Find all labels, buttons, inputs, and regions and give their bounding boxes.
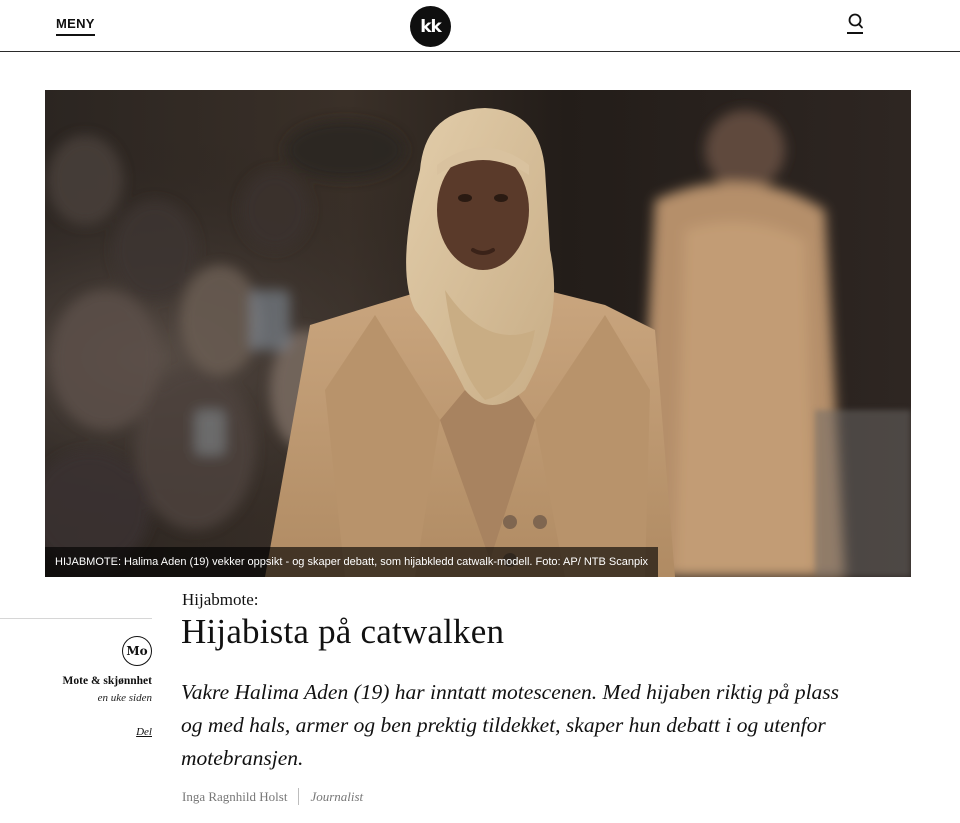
author-name[interactable]: Inga Ragnhild Holst xyxy=(182,789,287,805)
hero-image: HIJABMOTE: Halima Aden (19) vekker oppsi… xyxy=(45,90,911,577)
article-kicker: Hijabmote: xyxy=(182,590,259,609)
byline: Inga Ragnhild Holst Journalist xyxy=(182,788,363,805)
author-role: Journalist xyxy=(310,788,364,804)
logo-text: kk xyxy=(420,16,442,37)
article-lead: Vakre Halima Aden (19) har inntatt motes… xyxy=(181,680,840,770)
runway-photo xyxy=(45,90,911,577)
byline-divider xyxy=(298,788,300,805)
site-logo[interactable]: kk xyxy=(410,6,451,47)
site-header: MENY kk xyxy=(0,0,960,52)
section-icon-text: Mo xyxy=(126,644,148,658)
sidebar-divider xyxy=(0,618,152,619)
section-category-link[interactable]: Mote & skjønnhet xyxy=(63,675,152,687)
search-icon[interactable] xyxy=(844,11,866,35)
image-caption: HIJABMOTE: Halima Aden (19) vekker oppsi… xyxy=(45,547,659,577)
share-link[interactable]: Del xyxy=(136,726,152,738)
section-icon[interactable]: Mo xyxy=(122,636,152,666)
article-title: Hijabista på catwalken xyxy=(181,612,505,651)
publish-time: en uke siden xyxy=(97,692,152,704)
menu-button[interactable]: MENY xyxy=(56,16,95,36)
